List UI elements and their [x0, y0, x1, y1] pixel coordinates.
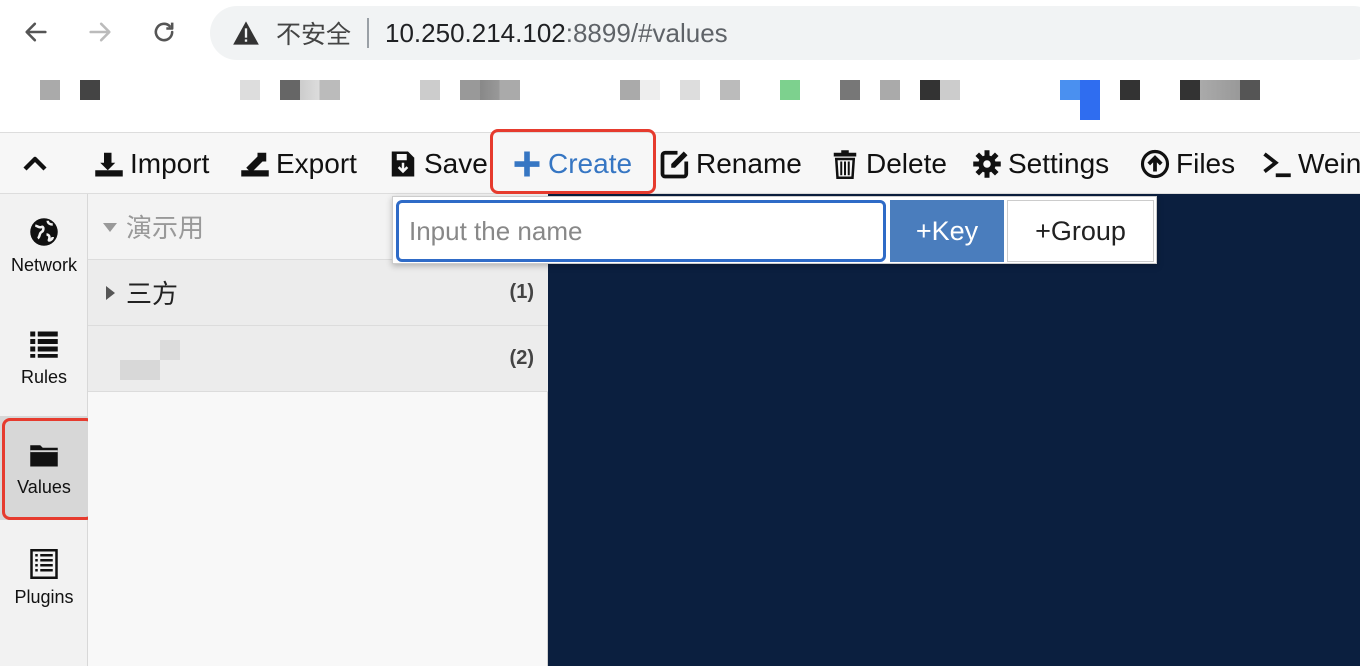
reload-button[interactable] [146, 14, 182, 50]
save-label: Save [424, 148, 488, 179]
folder-icon [30, 444, 58, 466]
bookmark-pixel [1120, 80, 1140, 100]
address-bar[interactable]: 不安全 10.250.214.102 :8899/#values [210, 6, 1360, 60]
save-button[interactable]: Save [388, 133, 488, 193]
warning-icon [233, 21, 259, 45]
bookmark-pixel [1080, 80, 1100, 120]
bookmark-pixel [1180, 80, 1260, 100]
gear-icon [973, 150, 1001, 178]
rename-button[interactable]: Rename [660, 133, 802, 193]
settings-button[interactable]: Settings [972, 133, 1110, 193]
rail-item-values[interactable]: Values [0, 416, 88, 520]
rail-item-label: Rules [20, 366, 68, 387]
bookmark-pixel [420, 80, 440, 100]
bookmark-pixel [240, 80, 260, 100]
document-list-icon [30, 548, 58, 579]
bookmark-pixel [280, 80, 340, 100]
rail-item-label: Plugins [14, 586, 74, 607]
bookmark-pixel [840, 80, 860, 100]
bookmark-pixel [620, 80, 660, 100]
edit-icon [660, 150, 689, 179]
delete-label: Delete [866, 148, 947, 179]
create-popup: +Key +Group [392, 196, 1157, 264]
upload-circle-icon [1140, 149, 1170, 179]
add-group-button[interactable]: +Group [1007, 200, 1154, 262]
back-button[interactable] [18, 14, 54, 50]
bookmark-pixel [920, 80, 960, 100]
chevron-up-icon [23, 156, 47, 171]
settings-label: Settings [1008, 148, 1110, 179]
add-key-button[interactable]: +Key [890, 200, 1004, 262]
arrow-right-icon [89, 22, 111, 42]
rail-item-label: Network [10, 254, 77, 275]
url-divider [367, 18, 370, 48]
import-button[interactable]: Import [94, 133, 210, 193]
save-icon [391, 151, 415, 177]
reload-icon [154, 22, 174, 42]
rail-item-network[interactable]: Network [0, 194, 88, 298]
rail-item-label: Values [17, 476, 71, 497]
value-editor[interactable] [548, 194, 1360, 666]
files-label: Files [1176, 148, 1236, 179]
bookmark-pixel [780, 80, 800, 100]
import-label: Import [130, 148, 210, 179]
import-icon [95, 152, 123, 177]
bookmarks-bar [0, 72, 1360, 120]
tree-group-count: (2) [509, 347, 534, 369]
export-label: Export [276, 148, 357, 179]
globe-icon [30, 217, 58, 246]
values-tree: 演示用 三方 (1) (2) [88, 194, 548, 666]
caret-right-icon [106, 285, 115, 300]
collapse-button[interactable] [20, 133, 50, 193]
arrow-left-icon [25, 22, 47, 42]
bookmark-pixel [880, 80, 900, 100]
list-icon [30, 331, 58, 358]
trash-icon [833, 150, 857, 179]
tree-group[interactable]: 三方 (1) [88, 260, 548, 326]
security-warning: 不安全 [276, 21, 352, 49]
bookmark-pixel [720, 80, 740, 100]
delete-button[interactable]: Delete [830, 133, 947, 193]
url-host: 10.250.214.102 [385, 17, 566, 48]
forward-button[interactable] [82, 14, 118, 50]
files-button[interactable]: Files [1140, 133, 1236, 193]
tree-group-count: (1) [509, 281, 534, 303]
plus-icon [514, 151, 540, 177]
bookmark-pixel [460, 80, 520, 100]
rail-item-plugins[interactable]: Plugins [0, 526, 88, 630]
caret-down-icon [103, 222, 117, 232]
name-input[interactable] [396, 200, 886, 262]
export-button[interactable]: Export [240, 133, 357, 193]
bookmark-pixel [40, 80, 60, 100]
weinre-button[interactable]: Weinr [1262, 133, 1360, 193]
redacted-label [120, 360, 160, 380]
rename-label: Rename [696, 148, 802, 179]
terminal-icon [1263, 152, 1291, 178]
bookmark-pixel [80, 80, 100, 100]
export-icon [241, 152, 269, 177]
app-toolbar: Import Export Save Create Rename Delete … [0, 132, 1360, 194]
tree-group-label: 三方 [126, 279, 179, 309]
create-label: Create [548, 148, 633, 179]
weinre-label: Weinr [1298, 148, 1360, 179]
tree-group[interactable]: (2) [88, 326, 548, 392]
left-nav-rail: Network Rules Values Plugins [0, 194, 88, 666]
browser-chrome: 不安全 10.250.214.102 :8899/#values [0, 0, 1360, 132]
redacted-label [160, 340, 180, 360]
bookmark-pixel [1060, 80, 1080, 100]
url-path: :8899/#values [565, 17, 728, 48]
tree-root-label: 演示用 [126, 213, 205, 243]
bookmark-pixel [680, 80, 700, 100]
create-button[interactable]: Create [512, 133, 633, 193]
rail-item-rules[interactable]: Rules [0, 306, 88, 410]
